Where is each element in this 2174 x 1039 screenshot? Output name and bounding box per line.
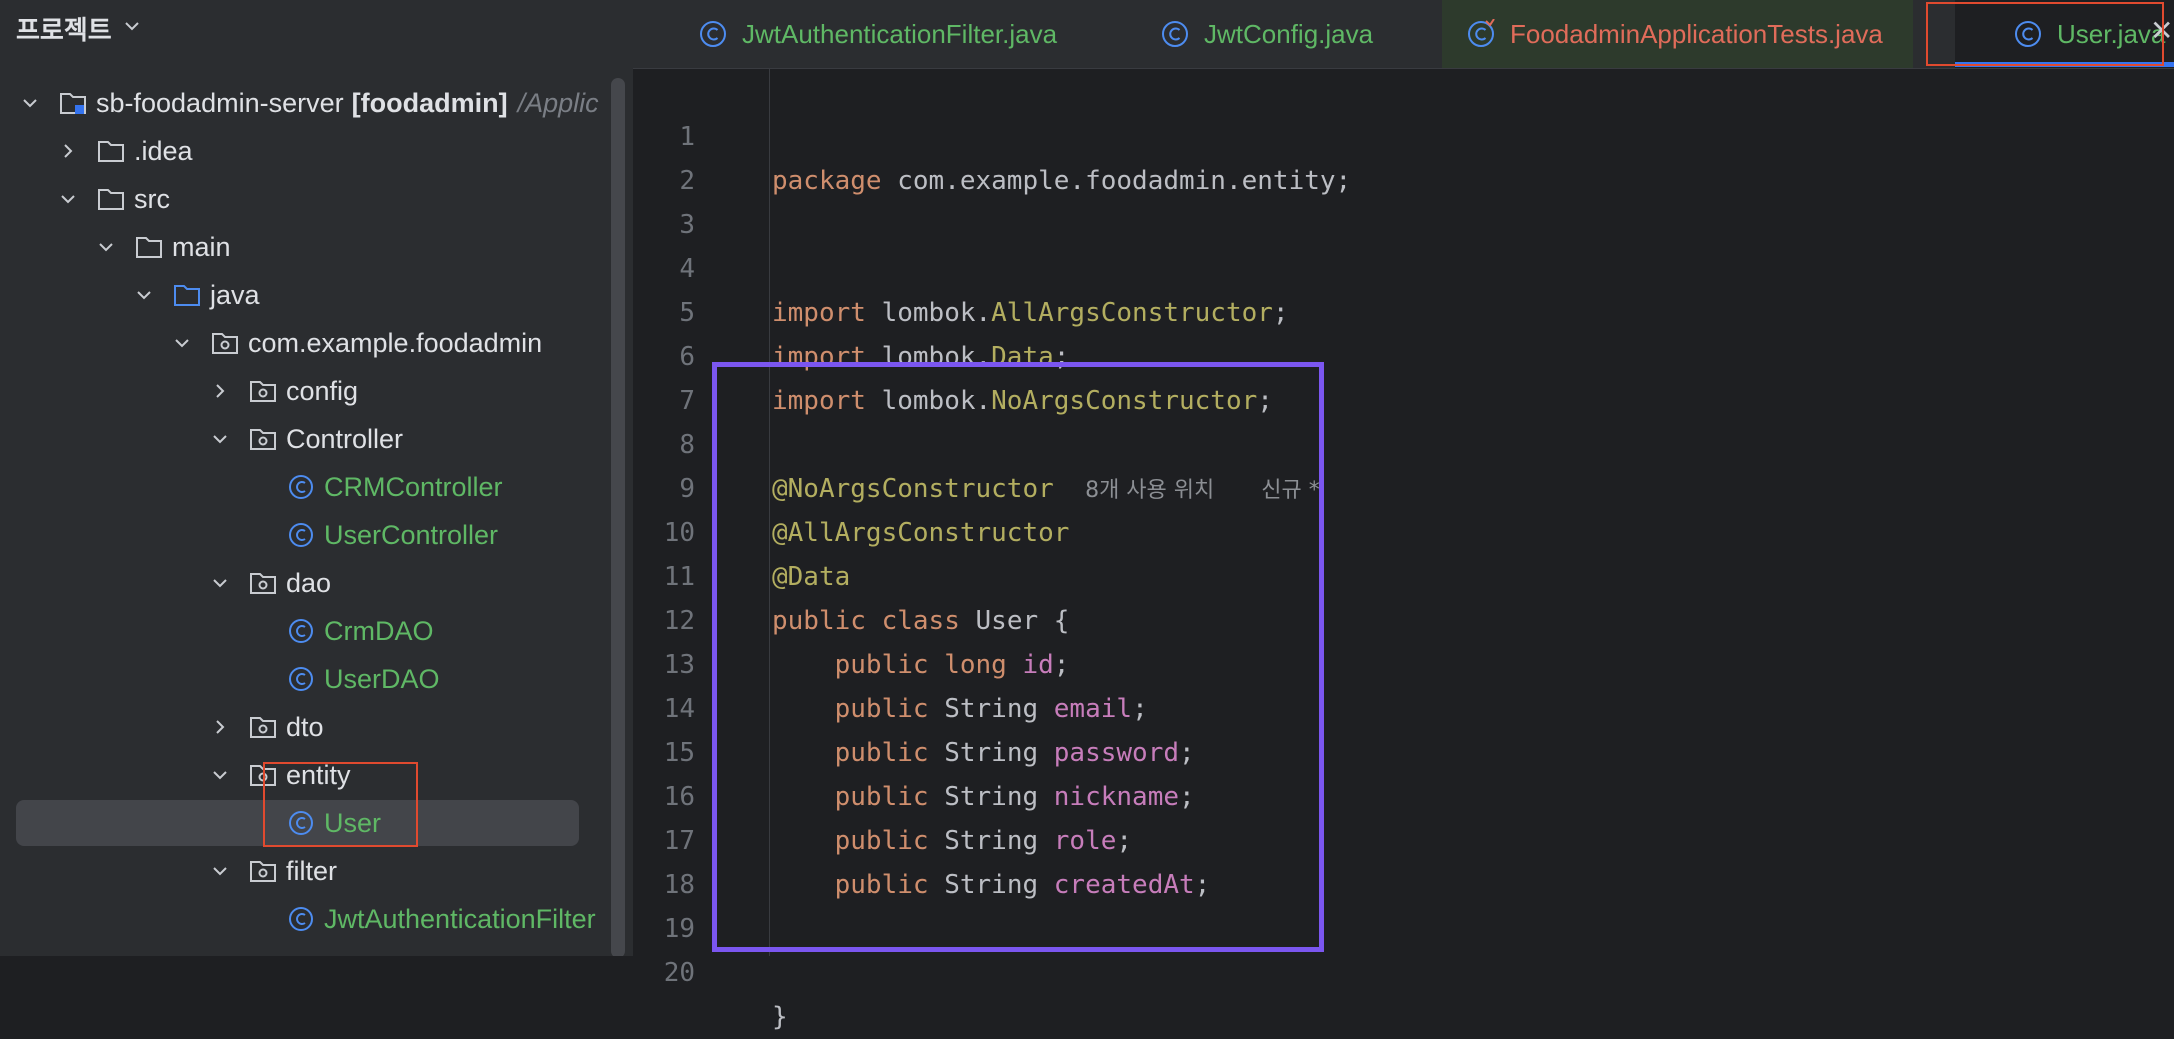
chevron-down-icon[interactable] [122,13,142,43]
tree-label: main [172,231,231,262]
module-folder-icon [58,89,88,117]
red-highlight-box-tab [1926,2,2164,66]
tab-label: JwtConfig.java [1204,18,1374,49]
package-icon [248,425,278,453]
folder-icon [96,185,126,213]
chevron-down-icon[interactable] [134,285,154,305]
chevron-down-icon[interactable] [20,93,40,113]
tree-label: java [210,279,260,310]
tree-label: UserDAO [324,663,440,694]
tree-item-controller[interactable]: Controller [210,415,633,463]
chevron-right-icon[interactable] [210,381,230,401]
tree-label: JwtAuthenticationFilter [324,903,596,934]
package-icon [248,857,278,885]
project-panel-title: 프로젝트 [16,15,112,46]
folder-icon [96,137,126,165]
tree-item-jwt-filter[interactable]: JwtAuthenticationFilter [286,895,633,943]
class-icon [1160,19,1190,49]
project-panel-scrollbar[interactable] [611,78,625,956]
code-line-3[interactable]: 3 [633,159,2174,240]
chevron-down-icon[interactable] [210,573,230,593]
closing-brace: } [772,1002,788,1032]
folder-icon [134,233,164,261]
chevron-down-icon[interactable] [210,861,230,881]
tree-item-user-controller[interactable]: UserController [286,511,633,559]
tab-jwt-authentication-filter[interactable]: JwtAuthenticationFilter.java [698,0,1057,68]
code-line-6[interactable]: 6 import lombok.NoArgsConstructor; [633,291,2174,416]
test-class-icon [1466,19,1496,49]
tree-label: filter [286,855,338,886]
chevron-down-icon[interactable] [58,189,78,209]
chevron-right-icon[interactable] [210,717,230,737]
tree-label: CRMController [324,471,503,502]
tree-label: com.example.foodadmin [248,327,543,358]
class-icon [286,905,316,933]
tree-item-dto[interactable]: dto [210,703,633,751]
class-icon [286,665,316,693]
package-icon [248,713,278,741]
tree-label: dao [286,567,332,598]
tree-label: CrmDAO [324,615,434,646]
tab-jwt-config[interactable]: JwtConfig.java [1160,0,1373,68]
package-icon [248,569,278,597]
tab-label: JwtAuthenticationFilter.java [742,18,1058,49]
tree-item-src[interactable]: src [58,175,633,223]
class-icon [286,473,316,501]
tree-label: Controller [286,423,404,454]
chevron-right-icon[interactable] [58,141,78,161]
red-highlight-box-tree [263,762,418,847]
package-icon [248,377,278,405]
class-icon [286,521,316,549]
tree-item-main[interactable]: main [96,223,633,271]
tree-item-dao[interactable]: dao [210,559,633,607]
tree-path: /Applic [517,87,599,118]
purple-highlight-box [712,362,1324,952]
tree-item-idea[interactable]: .idea [58,127,633,175]
chevron-down-icon[interactable] [96,237,116,257]
class-icon [698,19,728,49]
tree-label: sb-foodadmin-server [96,87,344,118]
chevron-down-icon[interactable] [210,429,230,449]
tree-label: dto [286,711,324,742]
tree-label: config [286,375,359,406]
tab-foodadmin-application-tests[interactable]: FoodadminApplicationTests.java [1442,0,1913,68]
tree-item-root[interactable]: sb-foodadmin-server [foodadmin] /Applic [20,79,620,127]
tab-label: FoodadminApplicationTests.java [1510,18,1883,49]
tree-item-filter[interactable]: filter [210,847,633,895]
tree-label: src [134,183,170,214]
tree-item-java[interactable]: java [134,271,633,319]
code-line-4[interactable]: 4 import lombok.AllArgsConstructor; [633,203,2174,328]
code-line-5[interactable]: 5 import lombok.Data; [633,247,2174,372]
tree-label: UserController [324,519,499,550]
package-icon [210,329,240,357]
source-folder-icon [172,281,202,309]
class-icon [286,617,316,645]
tree-module-name: [foodadmin] [351,87,508,118]
line-number: 20 [663,958,695,988]
chevron-down-icon[interactable] [210,765,230,785]
tree-item-config[interactable]: config [210,367,633,415]
tree-label: .idea [134,135,193,166]
code-line-1[interactable]: 1 package com.example.foodadmin.entity; [633,71,2174,196]
tree-item-user-dao[interactable]: UserDAO [286,655,633,703]
code-line-2[interactable]: 2 [633,115,2174,196]
project-panel-header[interactable]: 프로젝트 [16,8,142,48]
tree-item-crm-dao[interactable]: CrmDAO [286,607,633,655]
tree-item-package[interactable]: com.example.foodadmin [172,319,633,367]
chevron-down-icon[interactable] [172,333,192,353]
tree-item-crm-controller[interactable]: CRMController [286,463,633,511]
